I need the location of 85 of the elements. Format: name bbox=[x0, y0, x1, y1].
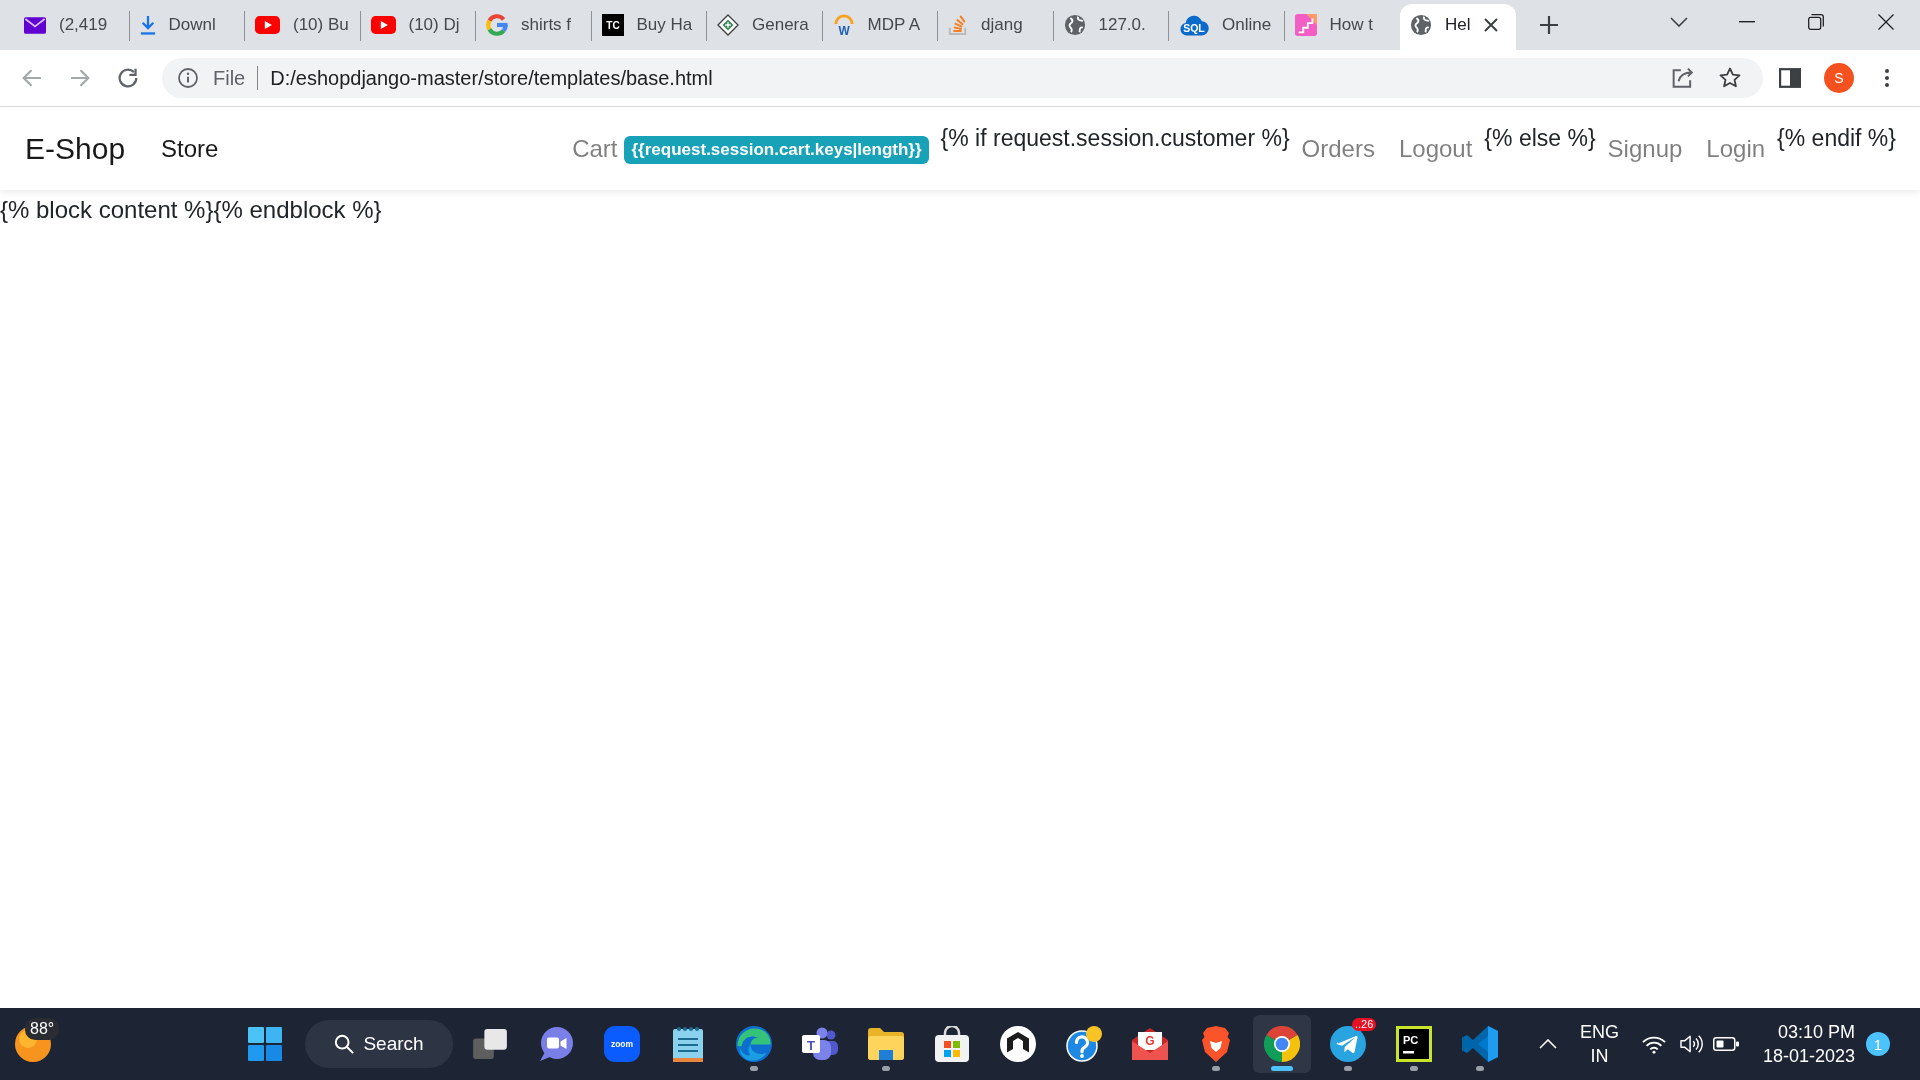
star-icon[interactable] bbox=[1719, 67, 1741, 89]
plus-icon[interactable] bbox=[1539, 16, 1558, 34]
shield-logo-icon bbox=[1200, 1026, 1232, 1062]
shopping-bag-icon bbox=[935, 1026, 969, 1062]
reload-icon[interactable] bbox=[118, 68, 138, 88]
globe-icon bbox=[1063, 14, 1086, 36]
browser-tab[interactable]: Hel bbox=[1400, 4, 1516, 50]
side-panel-icon[interactable] bbox=[1779, 68, 1801, 88]
close-icon[interactable] bbox=[1483, 18, 1498, 32]
cloud-icon: SQL bbox=[1179, 14, 1209, 36]
site-info-button[interactable]: File bbox=[178, 66, 246, 90]
browser-tab[interactable]: Genera bbox=[707, 4, 823, 50]
stairs-icon bbox=[1294, 14, 1317, 36]
taskbar-app-button[interactable]: T bbox=[791, 1015, 849, 1073]
browser-tab[interactable]: (2,419 bbox=[14, 4, 130, 50]
template-tag-text: {% endif %} bbox=[1777, 123, 1896, 153]
play-button-icon bbox=[255, 16, 280, 34]
overlapping-squares-icon bbox=[473, 1029, 507, 1059]
url-text: D:/eshopdjango-master/store/templates/base.html bbox=[270, 66, 713, 90]
g-logo-icon bbox=[486, 14, 508, 36]
taskbar-app-button[interactable]: PC bbox=[1385, 1015, 1443, 1073]
taskbar-app-button[interactable] bbox=[1253, 1015, 1311, 1073]
chevron-down-icon[interactable] bbox=[1670, 17, 1688, 27]
browser-tab[interactable]: (10) Bu bbox=[245, 4, 361, 50]
nav-link[interactable]: Login bbox=[1694, 130, 1778, 167]
temperature-badge: 88° bbox=[25, 1018, 60, 1040]
nav-link[interactable]: Orders bbox=[1289, 130, 1387, 167]
battery-icon[interactable] bbox=[1712, 1037, 1739, 1051]
download-icon bbox=[139, 15, 156, 35]
nav-link[interactable]: Store bbox=[149, 130, 231, 167]
four-squares-icon[interactable] bbox=[248, 1027, 282, 1061]
weather-widget[interactable]: 88° bbox=[0, 1008, 70, 1080]
square-logo-icon: TC bbox=[601, 14, 624, 36]
envelope-icon: G bbox=[1132, 1028, 1168, 1060]
speaker-icon[interactable] bbox=[1678, 1034, 1703, 1054]
play-button-icon bbox=[370, 16, 396, 34]
segmented-circle-icon bbox=[1264, 1026, 1300, 1062]
nav-link[interactable]: Cart bbox=[560, 130, 618, 167]
globe-icon bbox=[1410, 14, 1432, 36]
language-indicator[interactable]: ENG IN bbox=[1579, 1020, 1619, 1068]
restore-icon[interactable] bbox=[1808, 14, 1824, 30]
browser-tab[interactable]: W MDP A bbox=[822, 4, 938, 50]
chevron-up-icon[interactable] bbox=[1538, 1039, 1557, 1049]
video-bubble-icon bbox=[538, 1026, 574, 1062]
address-bar[interactable]: File D:/eshopdjango-master/store/templates/base.html bbox=[162, 58, 1763, 98]
browser-tab[interactable]: djang bbox=[938, 4, 1054, 50]
navbar-brand[interactable]: E-Shop bbox=[25, 126, 126, 171]
browser-tab[interactable]: 127.0. bbox=[1053, 4, 1169, 50]
nav-link[interactable]: Signup bbox=[1595, 130, 1695, 167]
minimize-icon[interactable] bbox=[1739, 21, 1755, 23]
square-logo-icon: PC bbox=[1396, 1026, 1432, 1062]
cart-count-badge: {{request.session.cart.keys|length}} bbox=[624, 135, 929, 164]
search-button[interactable]: Search bbox=[305, 1020, 453, 1068]
taskbar-app-button[interactable]: G bbox=[1121, 1015, 1179, 1073]
help-icon bbox=[1066, 1026, 1102, 1062]
rounded-logo-icon: zoom bbox=[604, 1026, 640, 1062]
browser-tab[interactable]: (10) Dj bbox=[360, 4, 476, 50]
browser-tab[interactable]: shirts f bbox=[476, 4, 592, 50]
folder-icon bbox=[868, 1028, 904, 1060]
browser-tab[interactable]: Downl bbox=[129, 4, 245, 50]
wifi-icon[interactable] bbox=[1641, 1034, 1666, 1054]
taskbar-app-button[interactable]: zoom bbox=[593, 1015, 651, 1073]
search-icon bbox=[334, 1034, 355, 1054]
nav-link[interactable]: Logout bbox=[1386, 130, 1485, 167]
close-icon[interactable] bbox=[1878, 14, 1894, 30]
clock-button[interactable]: 03:10 PM 18-01-2023 bbox=[1762, 1020, 1855, 1068]
template-block-text: {% block content %}{% endblock %} bbox=[0, 195, 383, 225]
ring-logo-icon bbox=[1000, 1026, 1036, 1062]
browser-tab[interactable]: TC Buy Ha bbox=[591, 4, 707, 50]
stacked-bars-icon bbox=[948, 14, 968, 36]
menu-icon[interactable] bbox=[1884, 68, 1890, 88]
share-icon[interactable] bbox=[1672, 67, 1694, 89]
browser-tab[interactable]: How t bbox=[1284, 4, 1400, 50]
notepad-icon bbox=[673, 1026, 703, 1062]
ribbon-logo-icon bbox=[1462, 1026, 1498, 1062]
browser-tab[interactable]: SQL Online bbox=[1169, 4, 1285, 50]
notification-count-badge: ..26 bbox=[1352, 1018, 1377, 1031]
info-icon bbox=[178, 68, 198, 88]
diamond-logo-icon bbox=[717, 14, 739, 36]
taskbar-app-button[interactable]: ..26 bbox=[1319, 1015, 1377, 1073]
paper-plane-icon bbox=[1330, 1026, 1366, 1062]
envelope-icon bbox=[24, 16, 46, 34]
template-tag-text: {% else %} bbox=[1484, 123, 1596, 153]
template-tag-text: {% if request.session.customer %} bbox=[940, 123, 1290, 153]
swirl-logo-icon bbox=[736, 1026, 772, 1062]
